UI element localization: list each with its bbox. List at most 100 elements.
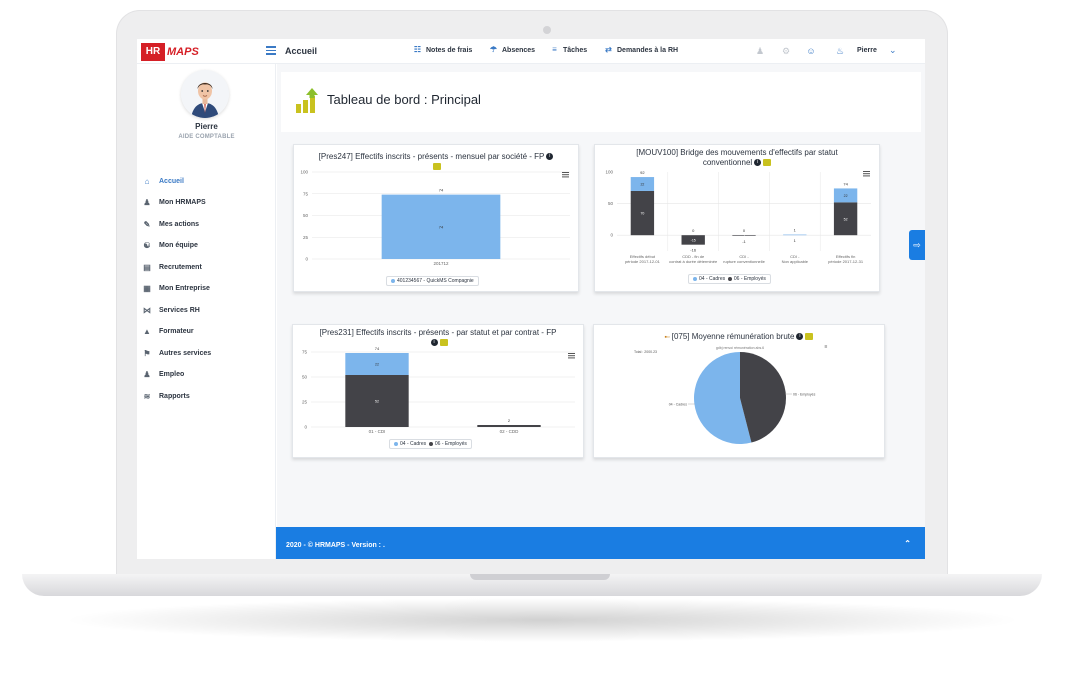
laptop-mockup: HR MAPS Accueil ☷ Notes de frais ☂ Absen…: [0, 0, 1084, 681]
nav-taches[interactable]: ≡ Tâches: [550, 46, 587, 54]
bar-cadres: [783, 234, 807, 236]
receipt-icon: ☷: [413, 45, 422, 54]
hrmaps-logo[interactable]: HR MAPS: [141, 43, 199, 61]
chart-menu-icon: [863, 171, 870, 172]
total-label: 1: [794, 228, 797, 233]
legend-label: 04 - Cadres: [400, 441, 427, 447]
chevron-down-icon[interactable]: ⌄: [889, 45, 897, 56]
y-tick-label: 50: [302, 375, 308, 380]
sidebar-item-formateur[interactable]: ▲ Formateur: [141, 325, 194, 337]
laptop-notch: [470, 574, 610, 580]
legend-dot: [727, 276, 732, 281]
data-label: -1: [742, 234, 745, 238]
y-tick-label: 100: [605, 170, 613, 175]
y-tick-label: 0: [305, 257, 308, 262]
laptop-shadow: [60, 598, 1024, 642]
nav-notes-de-frais[interactable]: ☷ Notes de frais: [413, 46, 472, 54]
sidebar-item-label: Mes actions: [159, 220, 200, 228]
sidebar-item-autres-services[interactable]: ⚑ Autres services: [141, 347, 211, 359]
x-tick-label: 02 - CDD: [500, 429, 520, 434]
sidebar-item-recrutement[interactable]: ▤ Recrutement: [141, 261, 202, 273]
sidebar: Pierre AIDE COMPTABLE ⌂ Accueil ♟ Mon HR…: [137, 64, 276, 559]
graduation-cap-icon: ▲: [143, 326, 151, 336]
page-breadcrumb: Accueil: [285, 46, 318, 56]
team-icon: ☯: [143, 240, 151, 250]
logo-hr: HR: [141, 43, 165, 61]
avatar[interactable]: [181, 70, 229, 118]
x-tick-label: 201712: [433, 261, 449, 266]
data-label: 52: [844, 217, 848, 221]
sidebar-item-label: Autres services: [159, 349, 212, 357]
chart-menu-icon: [863, 173, 870, 175]
footer-text: 2020 - © HRMAPS - Version : .: [286, 542, 385, 549]
chart-menu-icon: [863, 175, 870, 177]
chart-menu-icon: [568, 357, 575, 359]
sidebar-item-mon-entreprise[interactable]: ▦ Mon Entreprise: [141, 282, 210, 294]
sidebar-item-empleo[interactable]: ♟ Empleo: [141, 368, 184, 380]
sidebar-item-mon-equipe[interactable]: ☯ Mon équipe: [141, 239, 197, 251]
sidebar-item-label: Mon HRMAPS: [159, 198, 206, 206]
x-tick-label: contrat à durée déterminée: [669, 259, 718, 264]
data-label: -15: [691, 238, 696, 242]
briefcase-icon: ▤: [143, 262, 151, 272]
nav-label: Absences: [502, 46, 536, 54]
chart-mouv100: 050100702292Effectifs débutpériode 2017-…: [605, 170, 871, 264]
hamburger-menu-icon[interactable]: [266, 46, 276, 56]
sidebar-item-mes-actions[interactable]: ✎ Mes actions: [141, 218, 199, 230]
logo-maps: MAPS: [167, 46, 199, 58]
user-switch-icon[interactable]: ♟: [755, 46, 765, 56]
chart-075: gdbj renvoi rémunération abs.6 Total : 20…: [634, 344, 828, 444]
tasks-icon: ≡: [552, 45, 557, 54]
share-icon: ⋈: [143, 305, 151, 315]
data-label: 52: [375, 400, 379, 404]
bar-employes: [477, 425, 541, 427]
login-side-tab[interactable]: ⇨: [909, 230, 925, 260]
sidebar-item-accueil[interactable]: ⌂ Accueil: [141, 175, 184, 187]
nav-demandes-rh[interactable]: ⇄ Demandes à la RH: [604, 46, 678, 54]
bell-icon[interactable]: ♨: [835, 46, 845, 56]
nav-label: Tâches: [563, 46, 588, 54]
settings-icon[interactable]: ⚙: [781, 46, 791, 56]
sidebar-item-label: Mon Entreprise: [159, 284, 210, 292]
chart-legend[interactable]: 04 - Cadres 06 - Employés: [389, 439, 472, 449]
chart-menu-icon: [562, 172, 569, 173]
data-label: 74: [439, 188, 444, 193]
total-label: 0: [743, 228, 746, 233]
x-tick-label: période 2017-12-31: [828, 259, 864, 264]
data-label: 70: [640, 212, 644, 216]
nav-absences[interactable]: ☂ Absences: [489, 46, 535, 54]
pencil-icon: ✎: [143, 219, 151, 229]
sidebar-item-label: Empleo: [159, 370, 185, 378]
y-tick-label: 0: [610, 233, 613, 238]
y-tick-label: 25: [302, 400, 308, 405]
y-tick-label: 0: [304, 425, 307, 430]
app-screen: HR MAPS Accueil ☷ Notes de frais ☂ Absen…: [137, 39, 925, 559]
pie-label: 06 - Employés: [793, 393, 816, 397]
sidebar-item-label: Recrutement: [159, 263, 202, 271]
data-label: -1: [742, 239, 746, 244]
total-label: 92: [640, 170, 645, 175]
sidebar-item-services-rh[interactable]: ⋈ Services RH: [141, 304, 200, 316]
legend-dot: [693, 276, 697, 281]
top-navbar: HR MAPS Accueil ☷ Notes de frais ☂ Absen…: [137, 39, 925, 64]
home-icon: ⌂: [144, 176, 150, 186]
chart-menu-icon: [568, 355, 575, 357]
pie-label: 04 - Cadres: [669, 403, 688, 407]
main-content: Tableau de bord : Principal [Pres247] Ef…: [277, 64, 925, 527]
profile-icon[interactable]: ☺: [806, 46, 816, 56]
chart-pres247: 0 25 50 75 100 74 74 201712: [300, 170, 570, 266]
x-tick-label: Non applicable: [782, 259, 809, 264]
x-tick-label: rupture conventionnelle: [723, 259, 765, 264]
sidebar-item-rapports[interactable]: ≋ Rapports: [141, 390, 190, 402]
total-label: 0: [692, 228, 695, 233]
sidebar-item-mon-hrmaps[interactable]: ♟ Mon HRMAPS: [141, 196, 206, 208]
chart-legend[interactable]: 401234567 - QuickMS Compagnie: [386, 276, 479, 286]
user-name[interactable]: Pierre: [857, 47, 877, 54]
chart-legend[interactable]: 04 - Cadres 06 - Employés: [688, 274, 771, 284]
chevron-up-icon[interactable]: ⌃: [904, 539, 911, 548]
y-tick-label: 100: [300, 170, 308, 175]
legend-dot: [391, 278, 395, 283]
profile-role: AIDE COMPTABLE: [178, 134, 235, 140]
legend-label: 06 - Employés: [434, 441, 467, 447]
chart-subtitle: gdbj renvoi rémunération abs.6: [716, 346, 764, 350]
